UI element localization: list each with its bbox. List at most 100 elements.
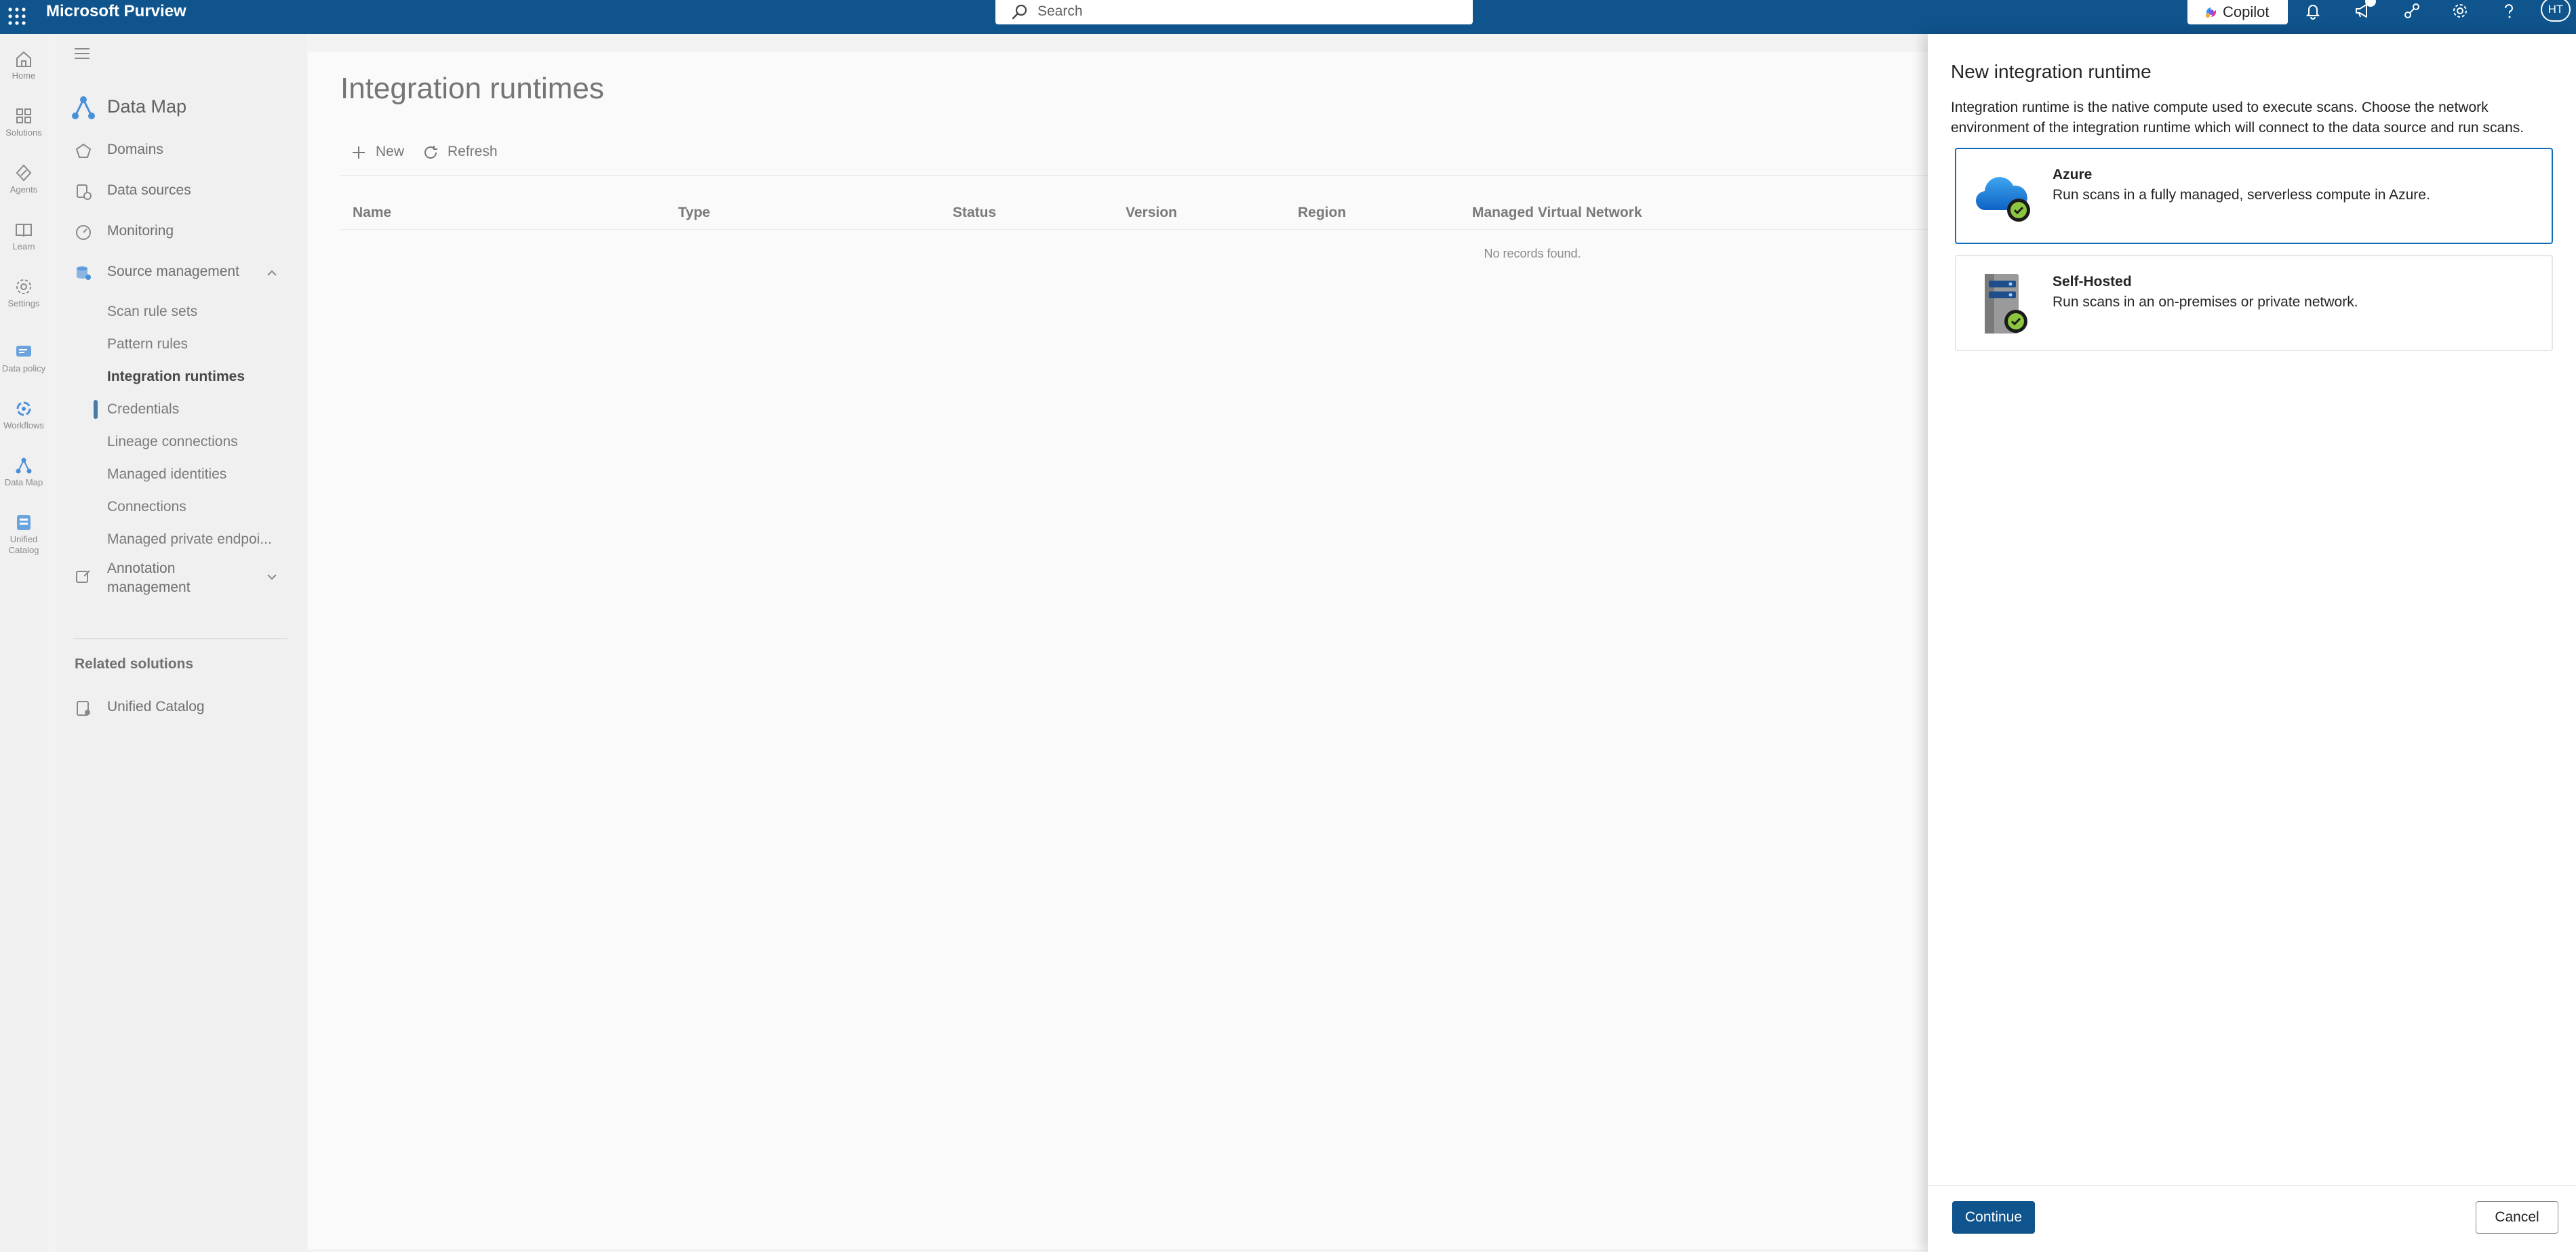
rail-label: Learn xyxy=(12,241,35,251)
option-description: Run scans in an on-premises or private n… xyxy=(2053,294,2358,310)
unified-catalog-icon xyxy=(0,512,47,533)
avatar[interactable]: HT xyxy=(2541,0,2571,22)
nav-sub-integration-runtimes[interactable]: Integration runtimes xyxy=(107,363,245,390)
bell-icon[interactable] xyxy=(2297,0,2329,22)
domains-icon xyxy=(75,142,92,160)
data-map-icon xyxy=(69,94,98,122)
rail-label: Workflows xyxy=(3,420,44,430)
nav-item-label: Source management xyxy=(107,264,239,279)
data-policy-icon xyxy=(0,342,47,362)
rail-label: Data policy xyxy=(1,363,46,373)
nav-sub-pattern-rules[interactable]: Pattern rules xyxy=(107,331,188,358)
rail-label-line2: Catalog xyxy=(8,545,39,555)
azure-cloud-icon xyxy=(1971,168,2036,228)
option-title: Azure xyxy=(2053,167,2093,182)
workflows-icon xyxy=(0,399,47,419)
rail-item-workflows[interactable]: Workflows xyxy=(0,389,47,442)
left-rail: Home Solutions Agents Learn Settings Dat… xyxy=(0,34,47,1252)
server-icon xyxy=(1975,271,2036,338)
rail-item-agents[interactable]: Agents xyxy=(0,153,47,206)
app-title[interactable]: Microsoft Purview xyxy=(46,3,186,20)
nav-item-monitoring[interactable]: Monitoring xyxy=(56,216,306,248)
nav-sub-credentials[interactable]: Credentials xyxy=(107,396,179,423)
rail-label: Settings xyxy=(7,298,40,308)
nav-item-data-sources[interactable]: Data sources xyxy=(56,175,306,207)
nav-title: Data Map xyxy=(107,96,187,117)
help-icon[interactable] xyxy=(2493,0,2525,22)
active-indicator xyxy=(94,400,98,419)
column-header-type[interactable]: Type xyxy=(678,205,710,221)
option-title: Self-Hosted xyxy=(2053,274,2132,289)
refresh-label: Refresh xyxy=(448,144,498,159)
data-map-icon xyxy=(0,456,47,476)
rail-item-data-map[interactable]: Data Map xyxy=(0,446,47,499)
related-solutions-header: Related solutions xyxy=(75,656,194,672)
new-integration-runtime-panel: New integration runtime Integration runt… xyxy=(1928,34,2576,1252)
panel-title: New integration runtime xyxy=(1951,61,2152,82)
gear-icon[interactable] xyxy=(2444,0,2476,22)
cancel-button[interactable]: Cancel xyxy=(2476,1201,2558,1234)
panel-description: Integration runtime is the native comput… xyxy=(1951,100,2524,136)
copilot-button[interactable]: Copilot xyxy=(2187,0,2288,24)
option-description: Run scans in a fully managed, serverless… xyxy=(2053,187,2430,203)
top-bar: Microsoft Purview Copilot HT xyxy=(0,0,2576,34)
nav-item-label-line2: management xyxy=(107,580,191,595)
nav-item-label: Monitoring xyxy=(107,223,174,239)
nav-sub-managed-private-endpoints[interactable]: Managed private endpoi... xyxy=(107,526,272,553)
nav-sub-managed-identities[interactable]: Managed identities xyxy=(107,461,226,488)
column-header-version[interactable]: Version xyxy=(1126,205,1177,221)
nav-item-unified-catalog[interactable]: Unified Catalog xyxy=(56,691,306,724)
main-content: Integration runtimes New Refresh Name Ty… xyxy=(308,52,1928,1249)
option-azure[interactable]: Azure Run scans in a fully managed, serv… xyxy=(1955,148,2553,244)
rail-item-learn[interactable]: Learn xyxy=(0,210,47,263)
nav-item-domains[interactable]: Domains xyxy=(56,134,306,167)
nav-item-label: Data sources xyxy=(107,182,191,198)
source-management-icon xyxy=(75,264,92,282)
column-header-region[interactable]: Region xyxy=(1298,205,1346,221)
column-header-name[interactable]: Name xyxy=(353,205,391,221)
search-box[interactable] xyxy=(995,0,1473,24)
nav-item-label: Unified Catalog xyxy=(107,699,205,714)
learn-icon xyxy=(0,220,47,240)
nav-item-source-management[interactable]: Source management xyxy=(56,256,306,289)
nav-sub-connections[interactable]: Connections xyxy=(107,493,186,521)
home-icon xyxy=(0,49,47,69)
search-input[interactable] xyxy=(1037,2,1458,21)
nav-item-label: Annotation xyxy=(107,561,176,576)
megaphone-icon[interactable] xyxy=(2346,0,2379,22)
monitoring-icon xyxy=(75,224,92,241)
column-header-managed-virtual-network[interactable]: Managed Virtual Network xyxy=(1472,205,1642,221)
chevron-up-icon[interactable] xyxy=(264,266,279,281)
rail-item-data-policy[interactable]: Data policy xyxy=(0,332,47,385)
new-label: New xyxy=(376,144,405,159)
rail-item-home[interactable]: Home xyxy=(0,39,47,92)
copilot-label: Copilot xyxy=(2223,3,2270,20)
nav-sub-lineage-connections[interactable]: Lineage connections xyxy=(107,428,238,456)
solutions-icon xyxy=(0,106,47,126)
nav-sub-scan-rule-sets[interactable]: Scan rule sets xyxy=(107,298,197,325)
rail-label: Unified xyxy=(9,534,38,544)
copilot-icon xyxy=(2204,5,2219,20)
refresh-button[interactable]: Refresh xyxy=(422,138,510,165)
agents-icon xyxy=(0,163,47,183)
rail-label: Solutions xyxy=(5,127,42,138)
continue-button[interactable]: Continue xyxy=(1952,1201,2035,1234)
hamburger-icon[interactable] xyxy=(73,46,91,61)
nav-item-label: Domains xyxy=(107,142,163,157)
new-button[interactable]: New xyxy=(350,138,411,165)
app-launcher-icon[interactable] xyxy=(4,3,30,29)
share-icon[interactable] xyxy=(2396,0,2428,22)
nav-item-annotation-management[interactable]: Annotation management xyxy=(56,556,306,599)
search-icon xyxy=(1010,3,1029,22)
column-header-status[interactable]: Status xyxy=(953,205,996,221)
option-self-hosted[interactable]: Self-Hosted Run scans in an on-premises … xyxy=(1955,255,2553,351)
nav-pane: Data Map Domains Data sources Monitoring… xyxy=(56,34,306,1252)
table-header-divider xyxy=(340,229,1928,230)
rail-item-unified-catalog[interactable]: Unified Catalog xyxy=(0,503,47,571)
rail-item-settings[interactable]: Settings xyxy=(0,267,47,320)
rail-label: Home xyxy=(12,70,36,81)
command-bar-divider xyxy=(340,175,1928,176)
chevron-down-icon[interactable] xyxy=(264,569,279,584)
rail-item-solutions[interactable]: Solutions xyxy=(0,96,47,149)
rail-label: Data Map xyxy=(4,477,43,487)
